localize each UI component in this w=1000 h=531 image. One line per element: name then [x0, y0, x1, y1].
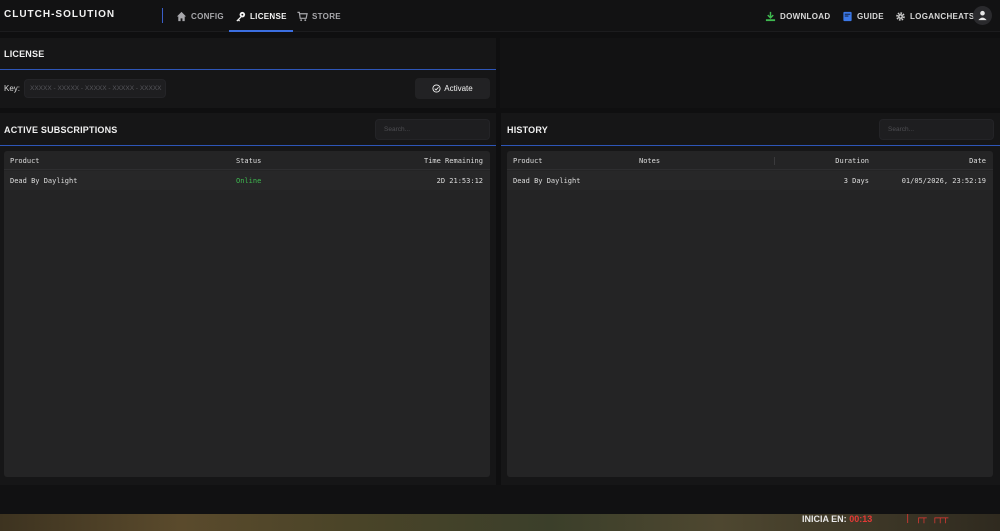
license-key-input[interactable] — [24, 79, 166, 98]
inicia-timer: 00:13 — [849, 514, 873, 524]
nav-config-label: CONFIG — [191, 11, 224, 21]
home-icon — [176, 11, 187, 22]
col-time-remaining[interactable]: Time Remaining — [424, 157, 483, 165]
subscriptions-table — [4, 151, 490, 477]
inicia-label: INICIA EN: — [802, 514, 847, 524]
nav-download[interactable]: DOWNLOAD — [765, 0, 830, 32]
col-date[interactable]: Date — [969, 157, 986, 165]
activate-label: Activate — [444, 84, 473, 93]
nav-store-label: STORE — [312, 11, 341, 21]
subscriptions-title: ACTIVE SUBSCRIPTIONS — [4, 125, 118, 135]
row-duration: 3 Days — [843, 177, 869, 185]
nav-license-label: LICENSE — [250, 11, 287, 21]
nav-license[interactable]: LICENSE — [229, 0, 293, 32]
nav-user-label: LOGANCHEATS — [910, 11, 975, 21]
book-icon — [842, 11, 853, 22]
nav-store[interactable]: STORE — [297, 0, 341, 32]
header-divider — [507, 169, 993, 170]
download-icon — [765, 11, 776, 22]
subscriptions-title-underline — [0, 145, 496, 146]
row-product: Dead By Daylight — [513, 177, 581, 185]
history-search-input[interactable] — [879, 119, 994, 140]
check-circle-icon — [432, 84, 441, 93]
status-badge: Online — [236, 177, 262, 185]
activate-button[interactable]: Activate — [415, 78, 490, 99]
column-resize-handle[interactable] — [774, 157, 775, 165]
gear-icon — [895, 11, 906, 22]
avatar[interactable] — [973, 6, 992, 25]
brand-title: CLUTCH-SOLUTION — [4, 9, 116, 20]
row-time-remaining: 2D 21:53:12 — [436, 177, 483, 185]
key-icon — [235, 11, 246, 22]
col-notes[interactable]: Notes — [639, 157, 660, 165]
history-title: HISTORY — [507, 125, 548, 135]
key-label: Key: — [4, 84, 21, 93]
history-title-underline — [501, 145, 1000, 146]
user-icon — [978, 10, 987, 21]
row-product: Dead By Daylight — [10, 177, 78, 185]
nav-download-label: DOWNLOAD — [780, 11, 831, 21]
top-nav-bar: CLUTCH-SOLUTION CONFIG LICENSE STORE DOW… — [0, 0, 1000, 32]
overlay-glyphs: | ┌┬ ┌┬┬ — [905, 514, 949, 524]
col-product[interactable]: Product — [10, 157, 40, 165]
license-title: LICENSE — [4, 49, 45, 59]
inicia-overlay: INICIA EN: 00:13 — [802, 514, 872, 524]
col-product[interactable]: Product — [513, 157, 543, 165]
header-divider — [4, 169, 490, 170]
col-duration[interactable]: Duration — [835, 157, 869, 165]
history-table — [507, 151, 993, 477]
cart-icon — [297, 11, 308, 22]
nav-divider — [162, 8, 163, 23]
nav-config[interactable]: CONFIG — [176, 0, 224, 32]
nav-guide-label: GUIDE — [857, 11, 884, 21]
nav-guide[interactable]: GUIDE — [842, 0, 884, 32]
empty-top-right-panel — [500, 38, 1000, 108]
col-status[interactable]: Status — [236, 157, 261, 165]
license-title-underline — [0, 69, 496, 70]
row-date: 01/05/2026, 23:52:19 — [901, 177, 986, 185]
subscriptions-search-input[interactable] — [375, 119, 490, 140]
nav-user-settings[interactable]: LOGANCHEATS — [895, 0, 974, 32]
